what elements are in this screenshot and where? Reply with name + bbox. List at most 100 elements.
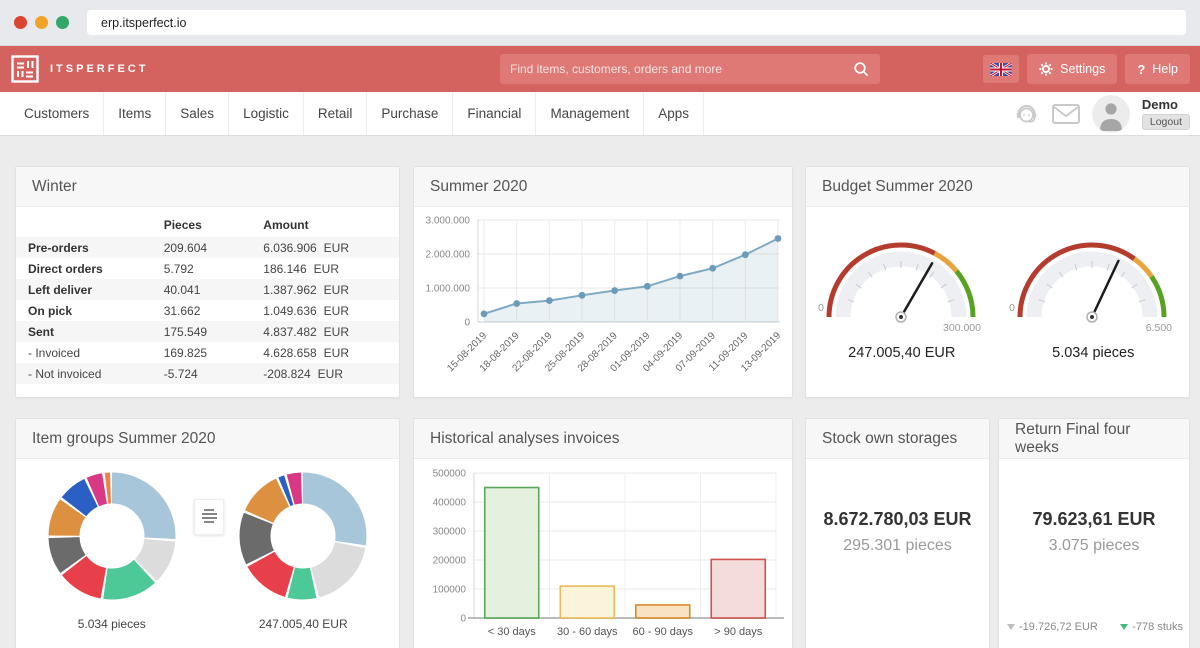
widget-summer-2020: Summer 2020 0 1.000.000 2.000.000 3.000.000… — [413, 166, 793, 398]
donut-pieces-label: 5.034 pieces — [44, 617, 180, 631]
return-pieces: 3.075 pieces — [999, 537, 1189, 555]
nav-item-logistic[interactable]: Logistic — [229, 92, 304, 135]
user-avatar[interactable] — [1092, 95, 1130, 133]
table-row: Sent175.5494.837.482EUR — [16, 321, 399, 342]
main-nav: CustomersItemsSalesLogisticRetailPurchas… — [0, 92, 1200, 136]
col-pieces: Pieces — [158, 213, 258, 237]
table-row: Direct orders5.792186.146EUR — [16, 258, 399, 279]
url-bar[interactable]: erp.itsperfect.io — [87, 10, 1186, 35]
nav-item-customers[interactable]: Customers — [10, 92, 104, 135]
table-row: - Not invoiced-5.724-208.824EUR — [16, 363, 399, 384]
nav-item-financial[interactable]: Financial — [453, 92, 536, 135]
svg-text:400000: 400000 — [433, 498, 467, 509]
gauge-eur: 0 300.000 247.005,40 EUR — [811, 219, 993, 361]
table-row: On pick31.6621.049.636EUR — [16, 300, 399, 321]
uk-flag-icon — [990, 63, 1012, 76]
widget-budget-summer-2020: Budget Summer 2020 0 300.000 247.005,40 E… — [805, 166, 1190, 398]
language-flag-button[interactable] — [983, 55, 1019, 83]
nav-item-apps[interactable]: Apps — [644, 92, 704, 135]
gauge-pieces-value: 5.034 pieces — [1002, 345, 1184, 361]
svg-text:3.000.000: 3.000.000 — [426, 216, 471, 227]
stock-pieces: 295.301 pieces — [806, 537, 989, 555]
svg-text:< 30 days: < 30 days — [488, 626, 537, 638]
return-deltas: -19.726,72 EUR -778 stuks — [1007, 621, 1183, 633]
gauge-pieces: 0 6.500 5.034 pieces — [1002, 219, 1184, 361]
widget-historical-invoices: Historical analyses invoices 01000002000… — [413, 418, 793, 648]
settings-button[interactable]: Settings — [1027, 54, 1117, 84]
widget-historical-title: Historical analyses invoices — [414, 419, 792, 459]
widget-winter-title: Winter — [16, 167, 399, 207]
nav-item-purchase[interactable]: Purchase — [367, 92, 453, 135]
table-row: - Invoiced169.8254.628.658EUR — [16, 342, 399, 363]
nav-item-sales[interactable]: Sales — [166, 92, 229, 135]
maximize-window-button[interactable] — [56, 16, 69, 29]
line-chart: 01.000.0002.000.0003.000.00015-08-201918… — [414, 207, 794, 395]
url-text: erp.itsperfect.io — [101, 16, 186, 30]
svg-text:2.000.000: 2.000.000 — [426, 250, 471, 261]
search-icon[interactable] — [853, 61, 870, 78]
widget-summer-title: Summer 2020 — [414, 167, 792, 207]
arrow-down-icon — [1007, 624, 1015, 630]
svg-text:100000: 100000 — [433, 585, 467, 596]
widget-return-four-weeks: Return Final four weeks 79.623,61 EUR 3.… — [998, 418, 1190, 648]
widget-stock-own-storages: Stock own storages 8.672.780,03 EUR 295.… — [805, 418, 990, 648]
bar-chart: 0100000200000300000400000500000< 30 days… — [414, 459, 792, 648]
support-icon[interactable] — [1013, 101, 1040, 126]
mail-icon[interactable] — [1052, 104, 1080, 124]
chart-menu-button[interactable] — [194, 499, 224, 535]
svg-text:500000: 500000 — [433, 469, 467, 480]
help-label: Help — [1152, 62, 1178, 76]
delta-pieces: -778 stuks — [1120, 621, 1183, 633]
window-controls — [14, 16, 69, 29]
settings-label: Settings — [1060, 62, 1105, 76]
donut-chart — [235, 468, 371, 604]
hamburger-menu-icon — [204, 509, 214, 511]
widget-item-groups-title: Item groups Summer 2020 — [16, 419, 399, 459]
svg-text:1.000.000: 1.000.000 — [426, 284, 471, 295]
global-search[interactable] — [500, 54, 880, 84]
nav-item-retail[interactable]: Retail — [304, 92, 368, 135]
delta-amount: -19.726,72 EUR — [1007, 621, 1098, 633]
gauge-chart: 0 300.000 — [811, 219, 993, 339]
widget-budget-title: Budget Summer 2020 — [806, 167, 1189, 207]
table-row: Pre-orders209.6046.036.906EUR — [16, 237, 399, 258]
winter-table: Pieces Amount Pre-orders209.6046.036.906… — [16, 213, 399, 384]
widget-winter: Winter Pieces Amount Pre-orders209.6046.… — [15, 166, 400, 398]
logout-button[interactable]: Logout — [1142, 114, 1190, 130]
table-row: Left deliver40.0411.387.962EUR — [16, 279, 399, 300]
search-input[interactable] — [510, 62, 853, 76]
svg-text:300.000: 300.000 — [943, 322, 981, 334]
nav-menu: CustomersItemsSalesLogisticRetailPurchas… — [10, 92, 704, 135]
minimize-window-button[interactable] — [35, 16, 48, 29]
close-window-button[interactable] — [14, 16, 27, 29]
browser-chrome: erp.itsperfect.io — [0, 0, 1200, 46]
donut-eur-label: 247.005,40 EUR — [235, 617, 371, 631]
widget-stock-title: Stock own storages — [806, 419, 989, 459]
widget-item-groups: Item groups Summer 2020 5.034 pieces 247… — [15, 418, 400, 648]
donut-pieces: 5.034 pieces — [44, 468, 180, 631]
svg-text:30 - 60 days: 30 - 60 days — [557, 626, 618, 638]
svg-text:200000: 200000 — [433, 556, 467, 567]
itsperfect-logo-icon[interactable] — [10, 54, 40, 84]
widget-return-title: Return Final four weeks — [999, 419, 1189, 459]
svg-text:0: 0 — [464, 318, 470, 329]
svg-text:0: 0 — [818, 302, 824, 314]
app-header: ITSPERFECT — [0, 46, 1200, 92]
nav-item-management[interactable]: Management — [536, 92, 644, 135]
return-amount: 79.623,61 EUR — [999, 509, 1189, 530]
svg-text:0: 0 — [1009, 302, 1015, 314]
nav-item-items[interactable]: Items — [104, 92, 166, 135]
arrow-down-green-icon — [1120, 624, 1128, 630]
help-button[interactable]: ? Help — [1125, 54, 1190, 84]
svg-text:60 - 90 days: 60 - 90 days — [632, 626, 693, 638]
gauge-chart: 0 6.500 — [1002, 219, 1184, 339]
user-name: Demo — [1142, 97, 1178, 112]
donut-chart — [44, 468, 180, 604]
svg-text:300000: 300000 — [433, 527, 467, 538]
gear-icon — [1039, 62, 1053, 76]
gauge-eur-value: 247.005,40 EUR — [811, 345, 993, 361]
svg-text:> 90 days: > 90 days — [714, 626, 763, 638]
brand-name: ITSPERFECT — [50, 63, 148, 75]
stock-amount: 8.672.780,03 EUR — [806, 509, 989, 530]
svg-text:6.500: 6.500 — [1146, 322, 1172, 334]
